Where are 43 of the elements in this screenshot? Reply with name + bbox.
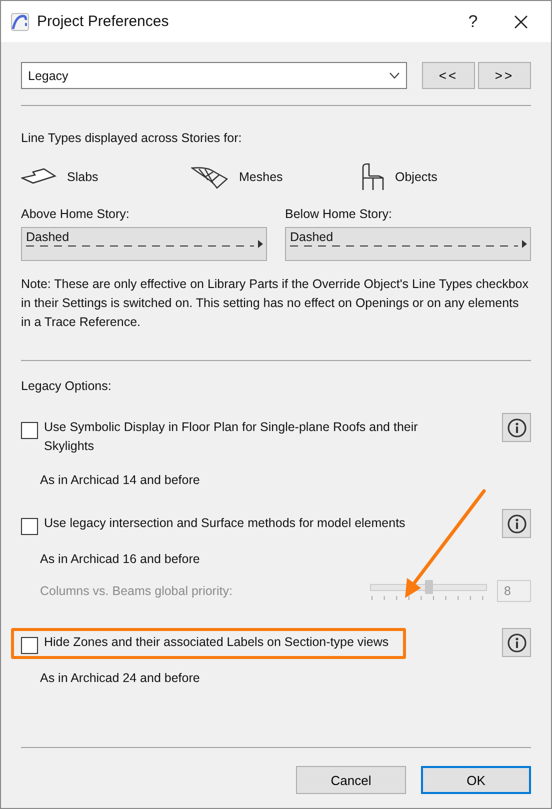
triangle-right-icon bbox=[258, 240, 263, 248]
info-icon bbox=[506, 418, 526, 438]
section-heading: Line Types displayed across Stories for: bbox=[21, 131, 243, 145]
slider-label: Columns vs. Beams global priority: bbox=[40, 584, 232, 598]
checkbox[interactable] bbox=[21, 637, 38, 654]
option-note: As in Archicad 24 and before bbox=[40, 671, 201, 685]
cancel-button[interactable]: Cancel bbox=[296, 766, 406, 794]
close-icon bbox=[514, 14, 528, 28]
option-label: Use Symbolic Display in Floor Plan for Single-plane Roofs and their Skylights bbox=[44, 419, 419, 455]
option-note: As in Archicad 16 and before bbox=[40, 552, 201, 566]
mesh-icon bbox=[191, 165, 229, 189]
line-type-picker[interactable]: Dashed bbox=[21, 227, 267, 261]
info-button[interactable] bbox=[502, 509, 531, 538]
checkbox[interactable] bbox=[21, 422, 38, 439]
dashed-line-icon bbox=[26, 244, 254, 248]
info-icon bbox=[506, 632, 526, 652]
dashed-line-icon bbox=[290, 244, 518, 248]
info-button[interactable] bbox=[502, 413, 531, 442]
picker-label: Below Home Story: bbox=[285, 207, 393, 221]
ok-button[interactable]: OK bbox=[421, 766, 531, 794]
tick-marks-icon bbox=[370, 596, 485, 601]
element-label: Meshes bbox=[239, 170, 283, 184]
preference-dropdown[interactable]: Legacy bbox=[21, 62, 407, 89]
chevron-down-icon bbox=[389, 72, 400, 79]
chair-icon bbox=[361, 163, 385, 191]
picker-label: Above Home Story: bbox=[21, 207, 130, 221]
checkbox[interactable] bbox=[21, 518, 38, 535]
element-label: Objects bbox=[395, 170, 438, 184]
info-icon bbox=[506, 514, 526, 534]
next-button[interactable]: >> bbox=[478, 62, 531, 89]
window-title: Project Preferences bbox=[37, 13, 170, 30]
info-button[interactable] bbox=[502, 628, 531, 657]
previous-button[interactable]: << bbox=[422, 62, 475, 89]
option-note: As in Archicad 14 and before bbox=[40, 473, 201, 487]
help-button[interactable]: ? bbox=[453, 6, 493, 36]
option-label: Use legacy intersection and Surface methods for model elements bbox=[44, 515, 406, 532]
option-label: Hide Zones and their associated Labels on Section-type views bbox=[44, 634, 389, 651]
section-heading: Legacy Options: bbox=[21, 379, 112, 393]
note-text: Note: These are only effective on Library Parts if the Override Object's Line Types checkbox in their Settings is switched on. This setting has no effect on Openings or on any elements in a Trace Reference. bbox=[21, 276, 530, 331]
line-type-picker[interactable]: Dashed bbox=[285, 227, 531, 261]
element-label: Slabs bbox=[67, 170, 98, 184]
triangle-right-icon bbox=[522, 240, 527, 248]
app-logo-icon bbox=[11, 12, 29, 30]
